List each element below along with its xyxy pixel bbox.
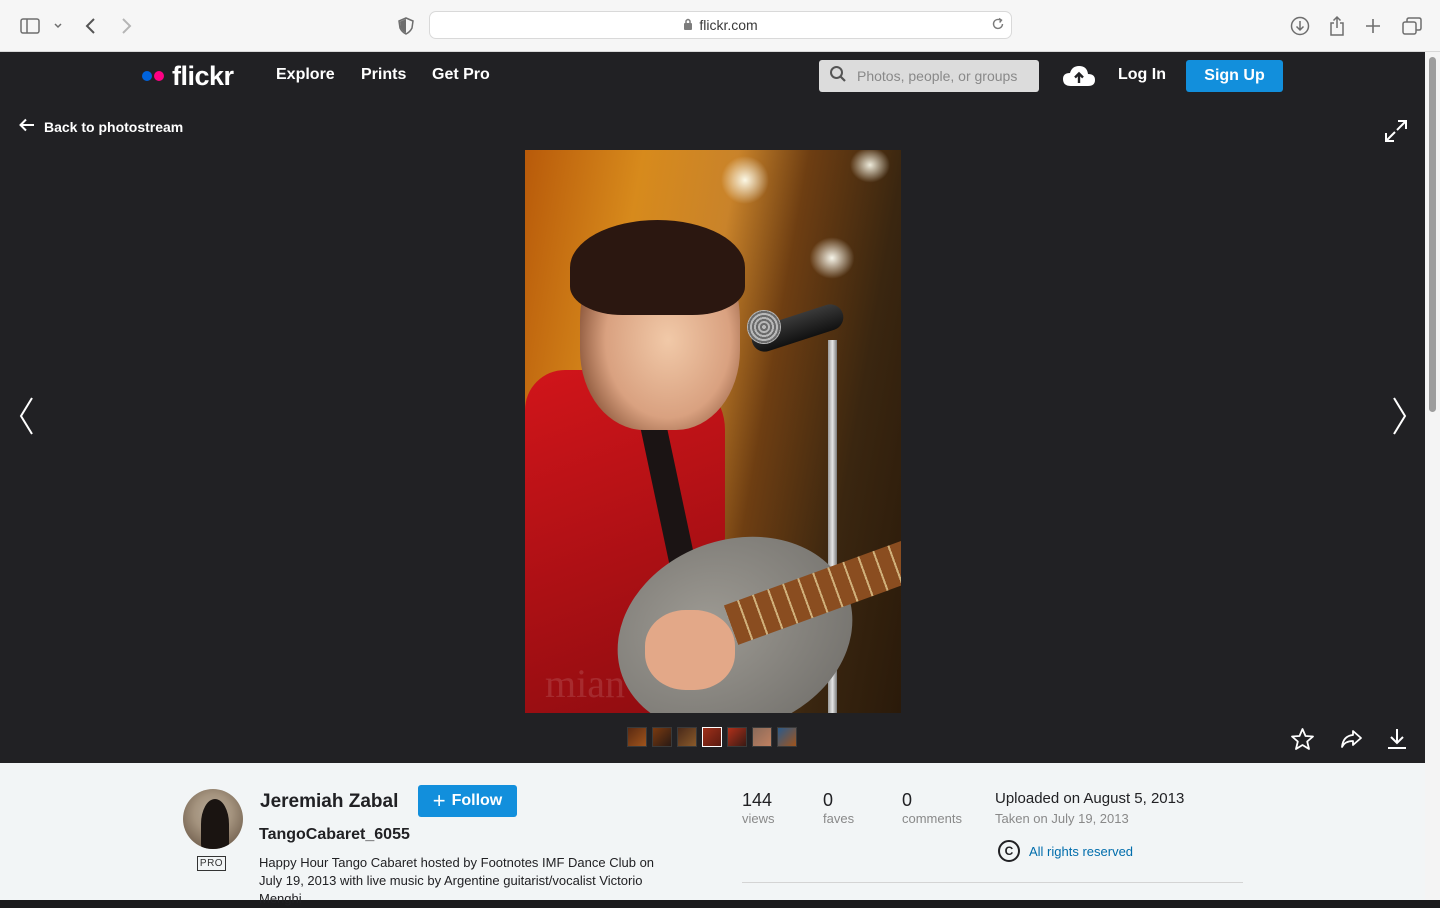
photo-hand <box>645 610 735 690</box>
owner-name[interactable]: Jeremiah Zabal <box>260 791 398 813</box>
next-photo-icon[interactable] <box>1388 396 1410 441</box>
logo-text: flickr <box>172 61 234 91</box>
filmstrip <box>627 727 797 747</box>
stat-faves: 0 faves <box>823 790 854 826</box>
stat-value: 144 <box>742 790 773 810</box>
fullscreen-icon[interactable] <box>1384 119 1408 148</box>
share-arrow-icon[interactable] <box>1339 727 1364 756</box>
copyright-icon: C <box>998 840 1020 862</box>
filmstrip-thumb[interactable] <box>777 727 797 747</box>
divider <box>742 882 1243 883</box>
scrollbar[interactable] <box>1425 52 1440 900</box>
license-link[interactable]: C All rights reserved <box>998 840 1133 862</box>
favorite-star-icon[interactable] <box>1290 727 1315 756</box>
chevron-down-icon[interactable] <box>53 14 63 38</box>
tabs-icon[interactable] <box>1402 14 1422 38</box>
search-box[interactable] <box>819 60 1039 92</box>
reload-icon[interactable] <box>991 17 1005 34</box>
license-label: All rights reserved <box>1029 843 1134 859</box>
photo-info-panel: PRO Jeremiah Zabal + Follow TangoCabaret… <box>0 763 1425 906</box>
browser-toolbar: flickr.com <box>0 0 1440 52</box>
follow-button[interactable]: + Follow <box>418 785 517 817</box>
main-photo[interactable]: mian <box>525 150 901 713</box>
avatar[interactable] <box>183 789 243 849</box>
search-icon <box>829 65 847 88</box>
stat-value: 0 <box>902 790 913 810</box>
plus-icon: + <box>432 788 446 813</box>
filmstrip-thumb-active[interactable] <box>702 727 722 747</box>
url-text: flickr.com <box>699 17 758 33</box>
lock-icon <box>683 17 693 33</box>
upload-date: Uploaded on August 5, 2013 <box>995 790 1185 807</box>
nav-get-pro[interactable]: Get Pro <box>432 66 490 84</box>
filmstrip-thumb[interactable] <box>727 727 747 747</box>
logo-blue-dot <box>142 71 152 81</box>
login-link[interactable]: Log In <box>1118 66 1166 84</box>
photo-hair <box>570 220 745 315</box>
forward-icon[interactable] <box>119 14 133 38</box>
back-icon[interactable] <box>84 14 98 38</box>
taken-date: Taken on July 19, 2013 <box>995 811 1129 826</box>
scrollbar-thumb[interactable] <box>1429 57 1436 412</box>
filmstrip-thumb[interactable] <box>652 727 672 747</box>
filmstrip-thumb[interactable] <box>677 727 697 747</box>
nav-explore[interactable]: Explore <box>276 66 335 84</box>
stat-value: 0 <box>823 790 834 810</box>
logo-pink-dot <box>154 71 164 81</box>
download-icon[interactable] <box>1386 727 1408 756</box>
photo-mic-head <box>747 310 781 344</box>
download-icon[interactable] <box>1290 14 1310 38</box>
stat-comments: 0 comments <box>902 790 962 826</box>
address-bar[interactable]: flickr.com <box>429 11 1012 39</box>
previous-photo-icon[interactable] <box>16 396 38 441</box>
filmstrip-thumb[interactable] <box>752 727 772 747</box>
back-label: Back to photostream <box>44 118 184 135</box>
share-icon[interactable] <box>1328 14 1346 38</box>
filmstrip-thumb[interactable] <box>627 727 647 747</box>
arrow-left-icon <box>19 118 35 135</box>
photo-watermark: mian <box>545 661 625 706</box>
follow-label: Follow <box>451 792 503 809</box>
sidebar-icon[interactable] <box>20 14 40 38</box>
site-header: flickr Explore Prints Get Pro Log In Sig… <box>0 52 1425 100</box>
stat-label: comments <box>902 811 962 826</box>
signup-button[interactable]: Sign Up <box>1186 60 1283 92</box>
nav-prints[interactable]: Prints <box>361 66 406 84</box>
shield-icon[interactable] <box>398 14 414 38</box>
pro-badge: PRO <box>197 856 226 871</box>
upload-cloud-icon[interactable] <box>1062 64 1096 93</box>
stat-views: 144 views <box>742 790 775 826</box>
avatar-silhouette <box>201 799 229 849</box>
stat-label: faves <box>823 811 855 826</box>
new-tab-icon[interactable] <box>1365 14 1381 38</box>
photo-viewer: Back to photostream mian <box>0 100 1425 763</box>
flickr-logo[interactable]: flickr <box>142 62 234 90</box>
photo-title: TangoCabaret_6055 <box>259 826 410 843</box>
stat-label: views <box>742 811 775 826</box>
back-to-photostream-link[interactable]: Back to photostream <box>19 118 183 135</box>
search-input[interactable] <box>857 68 1027 84</box>
